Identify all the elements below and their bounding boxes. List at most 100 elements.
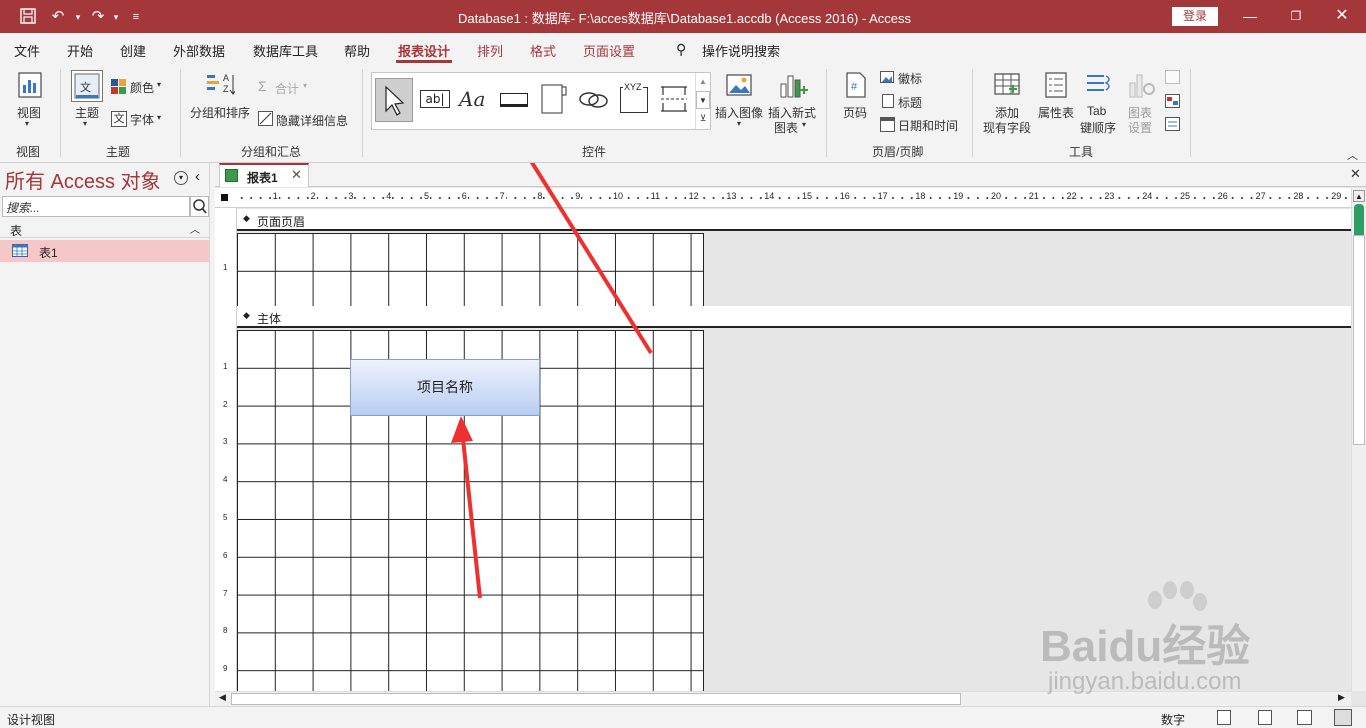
insert-chart-icon[interactable] — [778, 70, 808, 103]
add-fields-icon[interactable] — [993, 72, 1023, 101]
nav-pane-title[interactable]: 所有 Access 对象 — [5, 165, 161, 194]
date-time-button[interactable]: 日期和时间 — [898, 117, 958, 134]
report-view-icon[interactable] — [1217, 710, 1231, 725]
collapse-pane-icon[interactable]: ‹ — [195, 168, 200, 185]
group-sort-button[interactable]: 分组和排序 — [190, 104, 250, 121]
subform-icon[interactable] — [1165, 70, 1180, 84]
group-sort-icon[interactable]: AZ — [205, 71, 237, 100]
group-divider — [972, 69, 973, 157]
property-sheet-icon[interactable] — [1044, 71, 1068, 102]
select-pointer-icon[interactable] — [375, 78, 413, 122]
annotation-arrow-to-label — [451, 416, 482, 599]
add-fields-line2[interactable]: 现有字段 — [983, 119, 1031, 136]
undo-icon[interactable]: ↶ — [48, 7, 68, 27]
colors-dropdown-icon: ▾ — [157, 80, 162, 89]
code-icon[interactable] — [1165, 94, 1180, 108]
logo-icon — [880, 71, 894, 83]
controls-group-label: 控件 — [582, 145, 607, 159]
collapse-group-icon[interactable]: ︿ — [190, 221, 200, 236]
nav-item-table1[interactable]: 表1 — [0, 240, 209, 262]
tell-me-search[interactable]: 操作说明搜索 — [702, 41, 780, 60]
annotation-arrow-to-gallery — [529, 163, 653, 355]
ribbon: 视图 ▾ 视图 文 主题 ▾ 颜色 ▾ 文 字体 ▾ 主题 AZ 分组和排序 Σ… — [0, 63, 1366, 163]
status-bar: 设计视图 数字 — [0, 706, 1366, 728]
horizontal-scroll-thumb[interactable] — [231, 693, 961, 705]
layout-view-icon[interactable] — [1297, 710, 1312, 725]
page-break-control-icon[interactable] — [657, 81, 693, 119]
scroll-left-icon[interactable]: ◀ — [219, 692, 226, 703]
tab-arrange[interactable]: 排列 — [477, 41, 503, 60]
page-number-button[interactable]: 页码 — [843, 104, 867, 121]
status-view-label: 设计视图 — [7, 713, 56, 727]
fonts-icon: 文 — [111, 111, 127, 127]
tab-external-data[interactable]: 外部数据 — [173, 41, 225, 60]
tab-home[interactable]: 开始 — [67, 41, 93, 60]
label-control-icon[interactable]: Aa — [457, 81, 493, 119]
gallery-down-icon[interactable]: ▼ — [696, 91, 710, 109]
search-icon[interactable] — [190, 196, 209, 217]
title-button[interactable]: 标题 — [898, 94, 922, 111]
gallery-up-icon[interactable]: ▲ — [696, 73, 710, 91]
tab-help[interactable]: 帮助 — [344, 41, 370, 60]
customize-qat-icon[interactable]: ≡ — [126, 7, 146, 27]
tab-order-line1[interactable]: Tab — [1087, 104, 1106, 118]
grouping-group-label: 分组和汇总 — [241, 145, 302, 159]
nav-group-label: 表 — [10, 224, 23, 238]
tab-database-tools[interactable]: 数据库工具 — [253, 41, 318, 60]
option-group-control-icon[interactable]: XYZ — [617, 81, 653, 119]
minimize-icon[interactable]: — — [1230, 4, 1270, 28]
page-number-icon[interactable]: # — [845, 71, 867, 102]
group-divider — [362, 69, 363, 157]
theme-icon[interactable]: 文 — [71, 70, 103, 102]
group-divider — [1190, 69, 1191, 157]
redo-icon[interactable]: ↷ — [88, 7, 108, 27]
save-icon[interactable] — [18, 7, 38, 27]
nav-group-tables[interactable]: 表 ︿ — [0, 220, 209, 238]
tab-order-icon[interactable] — [1084, 71, 1114, 102]
insert-image-icon[interactable] — [725, 73, 753, 102]
tab-page-setup[interactable]: 页面设置 — [583, 41, 635, 60]
table-icon — [12, 244, 28, 260]
tab-create[interactable]: 创建 — [120, 41, 146, 60]
redo-dropdown-icon[interactable]: ▾ — [106, 7, 126, 27]
title-bar: ↶ ▾ ↷ ▾ ≡ Database1 : 数据库- F:\acces数据库\D… — [0, 0, 1366, 33]
tab-control-icon[interactable] — [537, 81, 573, 119]
tab-order-line2[interactable]: 键顺序 — [1080, 119, 1116, 136]
view-dropdown-icon[interactable]: ▾ — [25, 119, 29, 128]
undo-dropdown-icon[interactable]: ▾ — [68, 7, 88, 27]
fonts-button[interactable]: 字体 — [130, 111, 154, 128]
nav-menu-dropdown-icon[interactable]: ▾ — [174, 171, 188, 185]
sigma-icon: Σ — [258, 78, 267, 94]
vertical-scroll-track[interactable] — [1353, 235, 1365, 445]
collapse-ribbon-icon[interactable]: ︿ — [1347, 147, 1358, 163]
convert-macros-icon[interactable] — [1165, 117, 1180, 131]
tab-file[interactable]: 文件 — [14, 41, 40, 60]
gallery-scroll[interactable]: ▲ ▼ ⊻ — [695, 73, 710, 129]
totals-button[interactable]: 合计 — [275, 80, 299, 97]
gallery-more-icon[interactable]: ⊻ — [696, 109, 710, 127]
colors-button[interactable]: 颜色 — [130, 79, 154, 96]
textbox-control-icon[interactable]: ab| — [417, 81, 453, 119]
watermark-url: jingyan.baidu.com — [1048, 668, 1242, 695]
scroll-up-icon[interactable]: ▲ — [1353, 190, 1365, 202]
tab-report-design[interactable]: 报表设计 — [398, 41, 450, 60]
tab-format[interactable]: 格式 — [530, 41, 556, 60]
button-control-icon[interactable] — [497, 81, 533, 119]
logo-button[interactable]: 徽标 — [898, 70, 922, 87]
insert-chart-button-line2[interactable]: 图表 — [774, 119, 798, 136]
hyperlink-control-icon[interactable] — [577, 81, 613, 119]
hide-details-button[interactable]: 隐藏详细信息 — [276, 112, 348, 129]
property-sheet-button[interactable]: 属性表 — [1038, 104, 1074, 121]
print-preview-icon[interactable] — [1258, 710, 1272, 725]
close-icon[interactable]: ✕ — [1322, 4, 1362, 28]
textbox-glyph: ab| — [420, 90, 450, 108]
restore-icon[interactable]: ❐ — [1276, 4, 1316, 28]
status-num-lock: 数字 — [1161, 713, 1186, 727]
group-divider — [826, 69, 827, 157]
view-icon[interactable] — [17, 71, 43, 102]
baidu-watermark: Baidu经验 jingyan.baidu.com — [1040, 578, 1360, 698]
login-button[interactable]: 登录 — [1172, 7, 1218, 26]
nav-search-input[interactable]: 搜索... — [2, 196, 190, 217]
design-view-icon[interactable] — [1334, 709, 1352, 726]
totals-dropdown-icon: ▾ — [303, 81, 308, 90]
